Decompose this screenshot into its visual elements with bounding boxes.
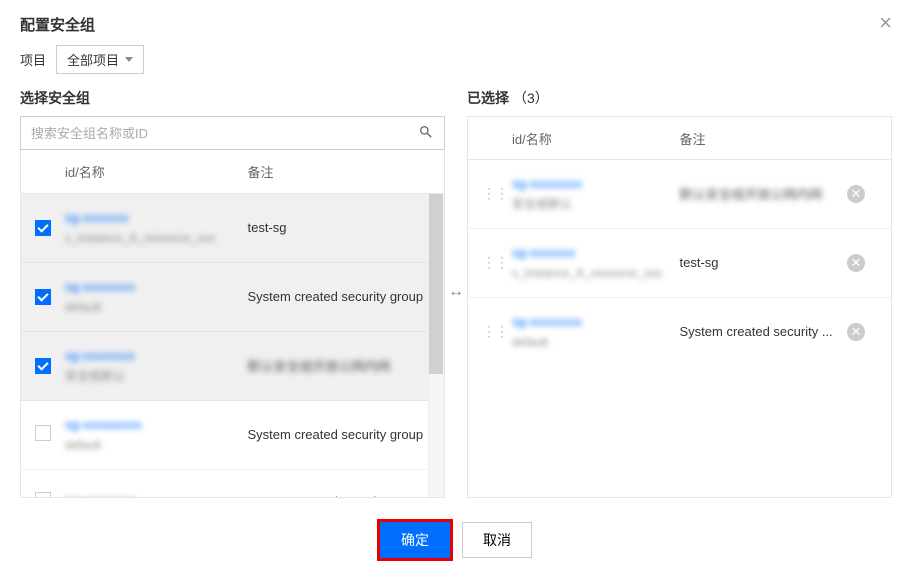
remove-icon[interactable]: ✕ bbox=[847, 185, 865, 203]
right-list-header: id/名称 备注 bbox=[467, 116, 892, 160]
remark: System created security group bbox=[248, 427, 424, 442]
right-col-remark: 备注 bbox=[680, 129, 848, 148]
drag-handle-icon[interactable]: ⋮⋮ bbox=[482, 185, 508, 201]
table-row[interactable]: sg-xxxxxxxx_instance_A_resource_xxxtest-… bbox=[21, 194, 444, 263]
selected-count: （3） bbox=[513, 90, 549, 106]
remark: test-sg bbox=[248, 220, 287, 235]
checkbox[interactable] bbox=[35, 358, 51, 374]
search-icon[interactable] bbox=[418, 124, 434, 143]
table-row[interactable]: sg-xxxxxxxxSystem created security group bbox=[21, 470, 444, 498]
left-col-id: id/名称 bbox=[65, 162, 248, 181]
sg-name: 安全组默认 bbox=[65, 367, 248, 386]
remove-icon[interactable]: ✕ bbox=[847, 254, 865, 272]
remove-icon[interactable]: ✕ bbox=[847, 323, 865, 341]
sg-name: x_instance_A_resource_xxx bbox=[65, 229, 248, 248]
right-col-id: id/名称 bbox=[512, 129, 680, 148]
sg-id[interactable]: sg-xxxxxxxxx bbox=[65, 415, 248, 436]
left-col-remark: 备注 bbox=[248, 162, 431, 181]
search-box[interactable] bbox=[20, 116, 445, 150]
checkbox[interactable] bbox=[35, 492, 51, 498]
left-panel-title: 选择安全组 bbox=[20, 86, 445, 108]
sg-id[interactable]: sg-xxxxxxxx bbox=[65, 346, 248, 367]
checkbox[interactable] bbox=[35, 289, 51, 305]
table-row[interactable]: sg-xxxxxxxx安全组默认默认安全组开放公网内网 bbox=[21, 332, 444, 401]
sg-name: default bbox=[65, 436, 248, 455]
remark: test-sg bbox=[680, 255, 719, 270]
transfer-icon: ↔ bbox=[448, 283, 464, 301]
project-label: 项目 bbox=[20, 50, 46, 69]
dialog-title: 配置安全组 bbox=[20, 14, 892, 35]
remark: System created security group bbox=[248, 289, 424, 304]
sg-id[interactable]: sg-xxxxxxx bbox=[65, 208, 248, 229]
checkbox[interactable] bbox=[35, 220, 51, 236]
table-row[interactable]: sg-xxxxxxxxdefaultSystem created securit… bbox=[21, 263, 444, 332]
sg-id[interactable]: sg-xxxxxxxx bbox=[512, 174, 680, 195]
table-row[interactable]: ⋮⋮sg-xxxxxxxx_instance_A_resource_xxxtes… bbox=[468, 229, 891, 298]
remark: System created security ... bbox=[680, 324, 833, 339]
left-list-body: sg-xxxxxxxx_instance_A_resource_xxxtest-… bbox=[20, 194, 445, 498]
sg-id[interactable]: sg-xxxxxxxx bbox=[65, 277, 248, 298]
sg-id[interactable]: sg-xxxxxxx bbox=[512, 243, 680, 264]
sg-name: default bbox=[65, 298, 248, 317]
chevron-down-icon bbox=[125, 57, 133, 62]
table-row[interactable]: ⋮⋮sg-xxxxxxxxdefaultSystem created secur… bbox=[468, 298, 891, 366]
scrollbar-track[interactable] bbox=[428, 194, 444, 497]
close-icon[interactable]: × bbox=[879, 12, 892, 34]
sg-name: x_instance_A_resource_xxx bbox=[512, 264, 680, 283]
scrollbar-thumb[interactable] bbox=[429, 194, 443, 374]
left-list-header: id/名称 备注 bbox=[20, 150, 445, 194]
sg-name: default bbox=[512, 333, 680, 352]
cancel-button[interactable]: 取消 bbox=[462, 522, 532, 558]
project-select-value: 全部项目 bbox=[67, 50, 119, 69]
checkbox[interactable] bbox=[35, 425, 51, 441]
remark: 默认安全组开放公网内网 bbox=[248, 359, 391, 374]
drag-handle-icon[interactable]: ⋮⋮ bbox=[482, 254, 508, 270]
sg-id[interactable]: sg-xxxxxxxx bbox=[65, 491, 248, 498]
remark: 默认安全组开放公网内网 bbox=[680, 187, 823, 202]
remark: System created security group bbox=[248, 494, 424, 498]
right-panel-title: 已选择（3） bbox=[467, 86, 892, 108]
sg-id[interactable]: sg-xxxxxxxx bbox=[512, 312, 680, 333]
drag-handle-icon[interactable]: ⋮⋮ bbox=[482, 323, 508, 339]
table-row[interactable]: sg-xxxxxxxxxdefaultSystem created securi… bbox=[21, 401, 444, 470]
confirm-button[interactable]: 确定 bbox=[380, 522, 450, 558]
search-input[interactable] bbox=[31, 126, 418, 141]
right-list-body: ⋮⋮sg-xxxxxxxx安全组默认默认安全组开放公网内网✕⋮⋮sg-xxxxx… bbox=[467, 160, 892, 498]
project-select[interactable]: 全部项目 bbox=[56, 45, 144, 74]
table-row[interactable]: ⋮⋮sg-xxxxxxxx安全组默认默认安全组开放公网内网 ✕ bbox=[468, 160, 891, 229]
sg-name: 安全组默认 bbox=[512, 195, 680, 214]
